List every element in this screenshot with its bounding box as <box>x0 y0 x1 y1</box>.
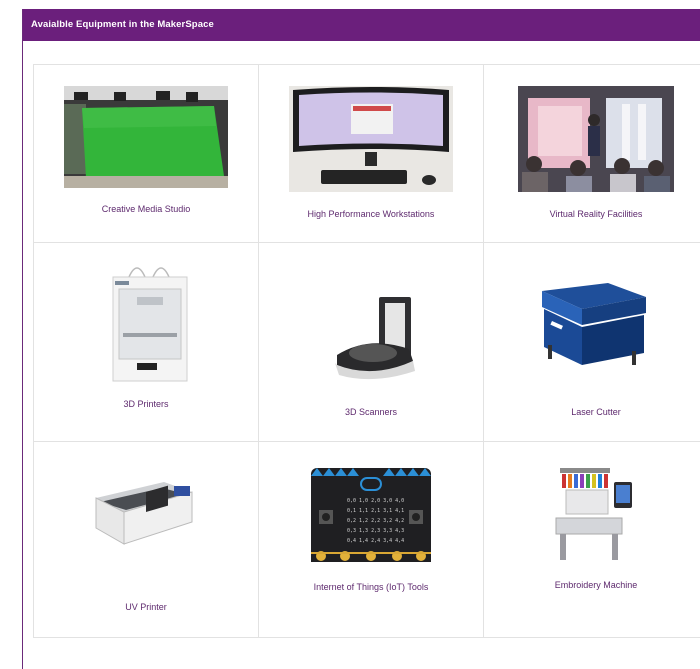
3d-scanner-photo <box>317 291 425 387</box>
svg-text:0,2 1,2 2,2 3,2 4,2: 0,2 1,2 2,2 3,2 4,2 <box>347 518 404 524</box>
laser-cutter-photo <box>538 281 650 373</box>
equipment-card-3d-printers[interactable]: 3D Printers <box>34 243 259 442</box>
equipment-card-laser-cutter[interactable]: Laser Cutter <box>484 243 700 442</box>
equipment-grid: Creative Media Studio High Perfo <box>33 64 700 638</box>
equipment-label: 3D Scanners <box>259 407 483 417</box>
equipment-label: Embroidery Machine <box>484 580 700 590</box>
equipment-label: Laser Cutter <box>484 407 700 417</box>
svg-text:0,4 1,4 2,4 3,4 4,4: 0,4 1,4 2,4 3,4 4,4 <box>347 538 404 544</box>
green-screen-studio-photo <box>64 86 228 188</box>
equipment-label: High Performance Workstations <box>259 209 483 219</box>
equipment-label: Internet of Things (IoT) Tools <box>259 582 483 592</box>
3d-printer-photo <box>107 263 193 385</box>
equipment-panel: Avaialble Equipment in the MakerSpace C <box>22 9 700 669</box>
svg-text:0,1 1,1 2,1 3,1 4,1: 0,1 1,1 2,1 3,1 4,1 <box>347 508 404 514</box>
panel-header: Avaialble Equipment in the MakerSpace <box>23 9 700 41</box>
svg-text:0,0 1,0 2,0 3,0 4,0: 0,0 1,0 2,0 3,0 4,0 <box>347 498 404 504</box>
uv-printer-photo <box>90 472 196 554</box>
equipment-card-high-performance-workstations[interactable]: High Performance Workstations <box>259 65 484 243</box>
equipment-card-3d-scanners[interactable]: 3D Scanners <box>259 243 484 442</box>
equipment-card-uv-printer[interactable]: UV Printer <box>34 442 259 638</box>
equipment-label: 3D Printers <box>34 399 258 409</box>
equipment-card-creative-media-studio[interactable]: Creative Media Studio <box>34 65 259 243</box>
curved-monitor-workstation-photo <box>289 86 453 192</box>
svg-text:0,3 1,3 2,3 3,3 4,3: 0,3 1,3 2,3 3,3 4,3 <box>347 528 404 534</box>
equipment-label: Virtual Reality Facilities <box>484 209 700 219</box>
equipment-label: UV Printer <box>34 602 258 612</box>
vr-room-photo <box>518 86 674 192</box>
microbit-board-photo: 0,0 1,0 2,0 3,0 4,0 0,1 1,1 2,1 3,1 4,1 … <box>309 466 433 566</box>
equipment-card-embroidery-machine[interactable]: Embroidery Machine <box>484 442 700 638</box>
equipment-card-virtual-reality-facilities[interactable]: Virtual Reality Facilities <box>484 65 700 243</box>
equipment-card-iot-tools[interactable]: 0,0 1,0 2,0 3,0 4,0 0,1 1,1 2,1 3,1 4,1 … <box>259 442 484 638</box>
equipment-label: Creative Media Studio <box>34 204 258 214</box>
embroidery-machine-photo <box>552 464 636 562</box>
